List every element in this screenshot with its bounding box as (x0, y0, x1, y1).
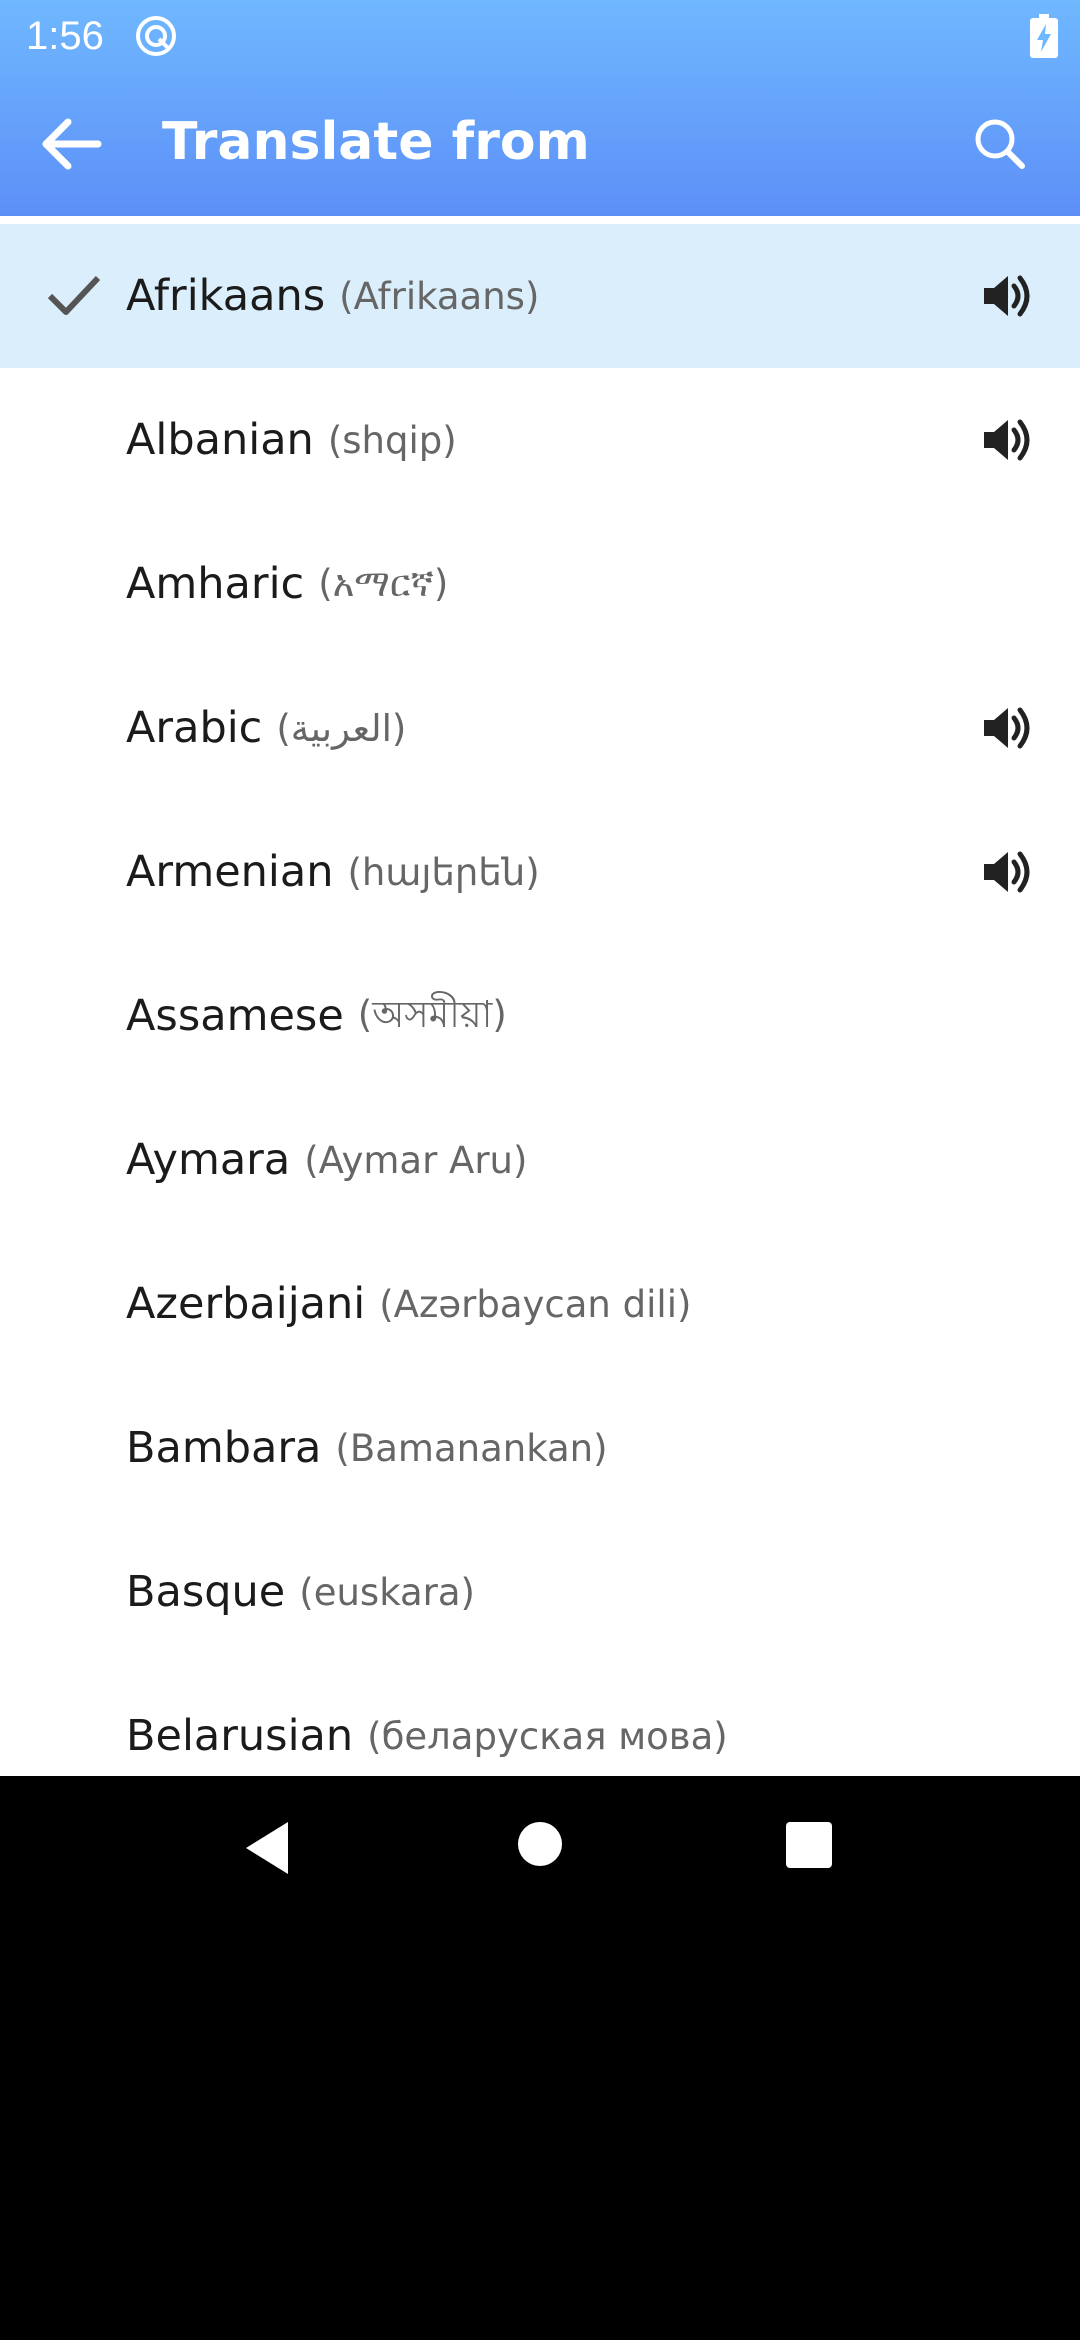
speaker-icon[interactable] (980, 844, 1036, 900)
language-row[interactable]: Azerbaijani (Azərbaycan dili) (0, 1232, 1080, 1376)
app-bar: Translate from (0, 72, 1080, 216)
language-native-name: (العربية) (276, 706, 407, 750)
language-name: Albanian (126, 415, 314, 465)
language-native-name: (беларуская мова) (367, 1714, 728, 1758)
language-row[interactable]: Aymara (Aymar Aru) (0, 1088, 1080, 1232)
language-label: Azerbaijani (Azərbaycan dili) (126, 1232, 691, 1376)
language-name: Amharic (126, 559, 305, 609)
language-label: Belarusian (беларуская мова) (126, 1664, 728, 1776)
status-bar: 1:56 (0, 0, 1080, 72)
speaker-icon[interactable] (980, 268, 1036, 324)
language-label: Afrikaans (Afrikaans) (126, 224, 539, 368)
screen: 1:56 Translate from Afrikaans (Afrikaans… (0, 0, 1080, 2340)
battery-charging-icon (1030, 14, 1058, 58)
language-name: Assamese (126, 991, 344, 1041)
navigation-bar (0, 1776, 1080, 1920)
search-button[interactable] (964, 108, 1036, 180)
header: 1:56 Translate from (0, 0, 1080, 216)
language-native-name: (Bamanankan) (335, 1426, 608, 1470)
language-name: Basque (126, 1567, 286, 1617)
language-row[interactable]: Arabic (العربية) (0, 656, 1080, 800)
app-notification-icon (134, 14, 178, 58)
language-native-name: (euskara) (299, 1570, 475, 1614)
language-name: Belarusian (126, 1711, 354, 1761)
arrow-left-icon (42, 118, 102, 170)
language-row[interactable]: Afrikaans (Afrikaans) (0, 224, 1080, 368)
language-native-name: (Aymar Aru) (304, 1138, 528, 1182)
nav-back-icon[interactable] (242, 1820, 294, 1876)
language-list[interactable]: Afrikaans (Afrikaans) Albanian (shqip) Amhar… (0, 216, 1080, 1776)
language-row[interactable]: Basque (euskara) (0, 1520, 1080, 1664)
nav-home-icon[interactable] (518, 1822, 562, 1866)
language-native-name: (አማርኛ) (318, 562, 449, 605)
language-label: Assamese (অসমীয়া) (126, 944, 507, 1088)
check-icon (47, 275, 101, 315)
language-native-name: (հայերեն) (347, 850, 540, 894)
language-native-name: (shqip) (327, 418, 457, 462)
language-name: Azerbaijani (126, 1279, 366, 1329)
language-label: Basque (euskara) (126, 1520, 475, 1664)
search-icon (975, 119, 1025, 169)
language-name: Afrikaans (126, 271, 326, 321)
page-title: Translate from (162, 112, 590, 172)
language-row[interactable]: Albanian (shqip) (0, 368, 1080, 512)
language-native-name: (অসমীয়া) (357, 992, 507, 1036)
language-label: Armenian (հայերեն) (126, 800, 540, 944)
language-name: Arabic (126, 703, 263, 753)
speaker-icon[interactable] (980, 700, 1036, 756)
language-row[interactable]: Assamese (অসমীয়া) (0, 944, 1080, 1088)
status-time: 1:56 (26, 13, 104, 58)
speaker-icon[interactable] (980, 412, 1036, 468)
language-label: Amharic (አማርኛ) (126, 512, 448, 656)
language-label: Arabic (العربية) (126, 656, 406, 800)
language-label: Bambara (Bamanankan) (126, 1376, 608, 1520)
nav-recents-icon[interactable] (786, 1822, 832, 1868)
language-native-name: (Afrikaans) (339, 274, 540, 318)
back-button[interactable] (30, 108, 110, 180)
language-row[interactable]: Bambara (Bamanankan) (0, 1376, 1080, 1520)
language-row[interactable]: Amharic (አማርኛ) (0, 512, 1080, 656)
language-label: Aymara (Aymar Aru) (126, 1088, 527, 1232)
language-native-name: (Azərbaycan dili) (379, 1282, 692, 1326)
language-label: Albanian (shqip) (126, 368, 457, 512)
language-name: Armenian (126, 847, 334, 897)
language-name: Bambara (126, 1423, 322, 1473)
language-row[interactable]: Belarusian (беларуская мова) (0, 1664, 1080, 1776)
language-row[interactable]: Armenian (հայերեն) (0, 800, 1080, 944)
language-name: Aymara (126, 1135, 291, 1185)
